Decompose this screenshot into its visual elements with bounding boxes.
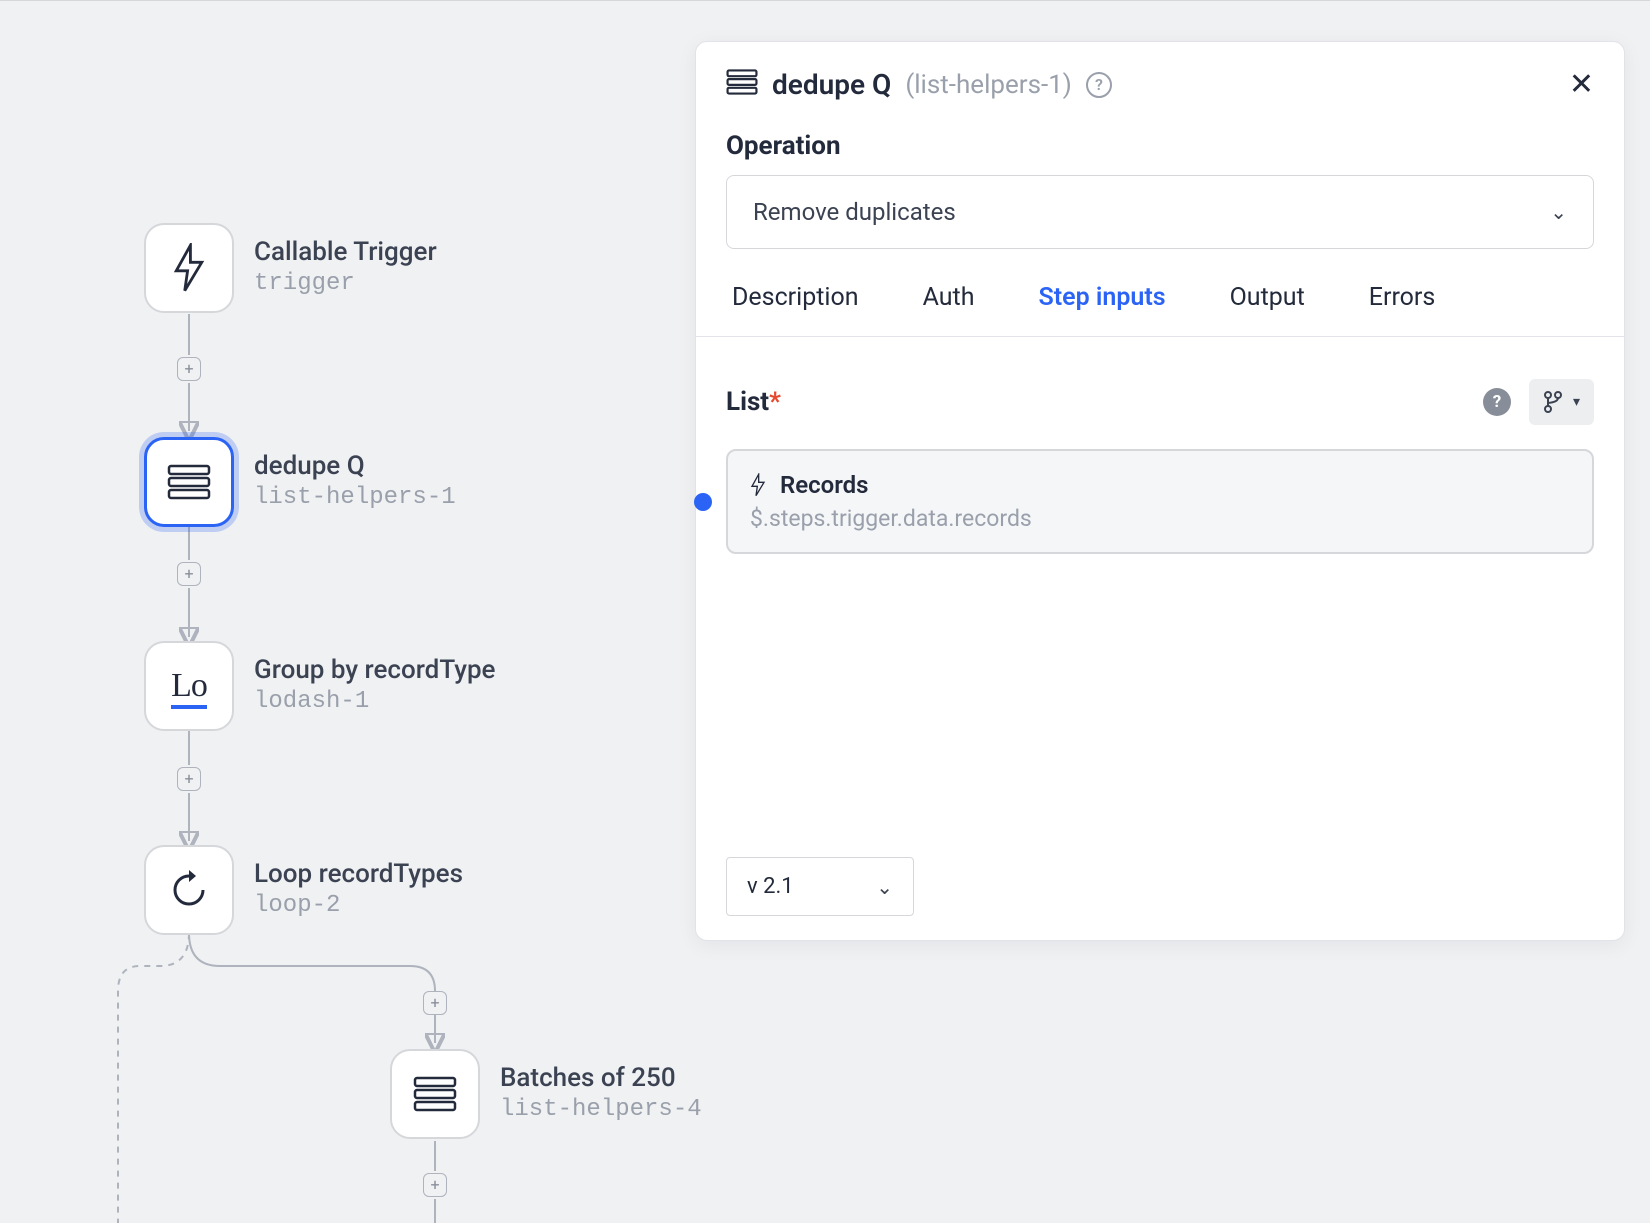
panel-tabs: Description Auth Step inputs Output Erro… [696,273,1624,337]
branch-icon [1543,391,1563,413]
value-title: Records [750,471,1570,499]
lodash-icon: Lo [144,641,234,731]
node-lodash[interactable]: Lo Group by recordType lodash-1 [144,641,495,731]
field-help-icon[interactable]: ? [1483,388,1511,416]
node-sub: list-helpers-1 [254,482,456,513]
connected-dot-icon [694,493,712,511]
bolt-icon [144,223,234,313]
list-icon [726,69,758,101]
add-step-button[interactable]: + [423,1173,447,1197]
node-sub: trigger [254,268,437,299]
node-trigger[interactable]: Callable Trigger trigger [144,223,437,313]
chevron-down-icon: ⌄ [876,875,893,899]
node-title: Loop recordTypes [254,859,463,890]
tab-step-inputs[interactable]: Step inputs [1036,273,1167,336]
panel-header: dedupe Q (list-helpers-1) ? ✕ [696,42,1624,115]
panel-title: dedupe Q [772,68,891,101]
list-icon [390,1049,480,1139]
version-value: v 2.1 [747,874,794,899]
tab-output[interactable]: Output [1228,273,1307,336]
node-dedupe[interactable]: dedupe Q list-helpers-1 [144,437,456,527]
list-value-box[interactable]: Records $.steps.trigger.data.records [726,449,1594,554]
node-title: dedupe Q [254,451,456,482]
panel-subtitle: (list-helpers-1) [905,70,1072,100]
help-icon[interactable]: ? [1086,72,1112,98]
version-select[interactable]: v 2.1 ⌄ [726,857,914,916]
field-row-list: List* ? ▾ [696,337,1624,443]
close-icon[interactable]: ✕ [1569,70,1594,100]
caret-down-icon: ▾ [1573,394,1580,410]
list-icon [144,437,234,527]
bolt-icon [750,473,766,497]
add-step-button[interactable]: + [177,767,201,791]
node-loop[interactable]: Loop recordTypes loop-2 [144,845,463,935]
value-path: $.steps.trigger.data.records [750,505,1570,532]
node-title: Group by recordType [254,655,495,686]
step-config-panel: dedupe Q (list-helpers-1) ? ✕ Operation … [695,41,1625,941]
tab-auth[interactable]: Auth [921,273,977,336]
field-label: List* [726,387,781,417]
node-sub: list-helpers-4 [500,1094,702,1125]
node-batches[interactable]: Batches of 250 list-helpers-4 [390,1049,702,1139]
tab-errors[interactable]: Errors [1367,273,1438,336]
add-step-button[interactable]: + [177,562,201,586]
loop-icon [144,845,234,935]
node-sub: lodash-1 [254,686,495,717]
node-title: Callable Trigger [254,237,437,268]
node-title: Batches of 250 [500,1063,702,1094]
chevron-down-icon: ⌄ [1550,200,1567,224]
operation-value: Remove duplicates [753,198,956,226]
add-step-button[interactable]: + [423,991,447,1015]
add-step-button[interactable]: + [177,357,201,381]
operation-select[interactable]: Remove duplicates ⌄ [726,175,1594,249]
node-sub: loop-2 [254,890,463,921]
operation-label: Operation [696,115,1624,175]
branch-button[interactable]: ▾ [1529,379,1594,425]
tab-description[interactable]: Description [730,273,861,336]
